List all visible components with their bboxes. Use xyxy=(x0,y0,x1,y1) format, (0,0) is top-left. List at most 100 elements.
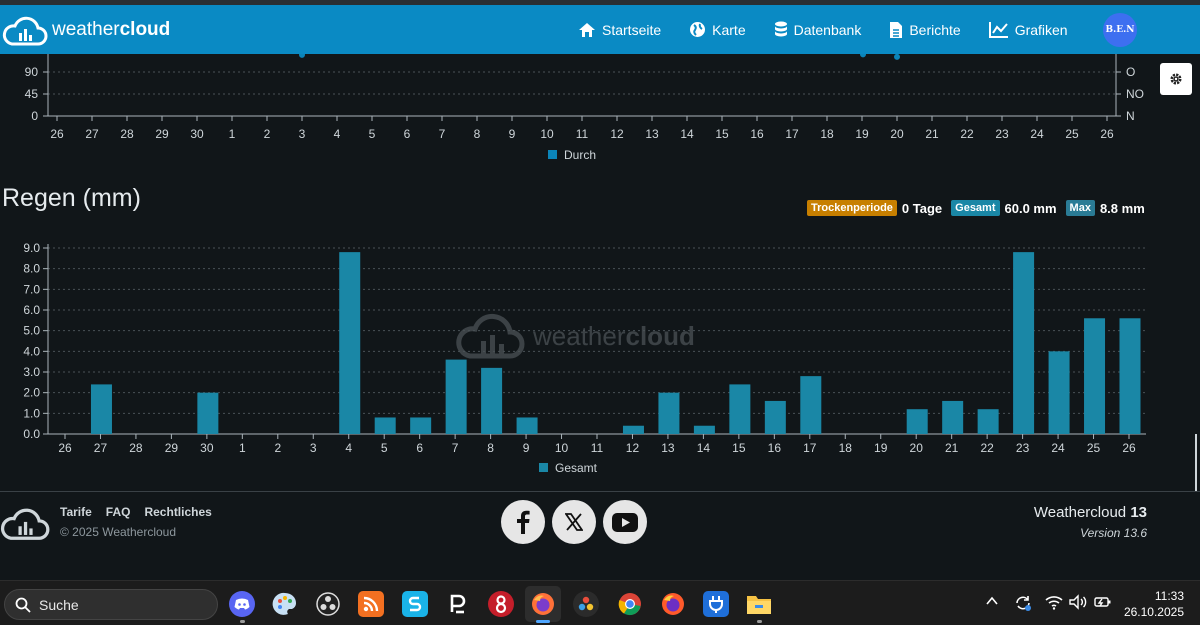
rain-y-tick-label: 3.0 xyxy=(23,365,40,379)
rain-bar[interactable] xyxy=(1048,351,1070,434)
wind-y-tick-left: 0 xyxy=(31,109,38,123)
discord-icon[interactable] xyxy=(229,591,255,617)
rain-y-tick-label: 5.0 xyxy=(23,324,40,338)
youtube-button[interactable] xyxy=(603,500,647,544)
rain-bar[interactable] xyxy=(764,400,786,434)
chart-settings-button[interactable] xyxy=(1160,63,1192,95)
g-app-icon[interactable] xyxy=(488,591,514,617)
footer-links: Tarife FAQ Rechtliches xyxy=(60,505,226,519)
wind-x-tick-label: 14 xyxy=(680,127,694,141)
wind-data-point[interactable] xyxy=(860,54,866,58)
davinci-icon[interactable] xyxy=(573,591,599,617)
rain-bar[interactable] xyxy=(906,409,928,434)
rain-x-tick-label: 18 xyxy=(839,441,853,455)
firefox-second-icon[interactable] xyxy=(660,591,686,617)
rain-y-tick-label: 0.0 xyxy=(23,427,40,441)
rain-y-tick-label: 7.0 xyxy=(23,282,40,296)
wind-data-point[interactable] xyxy=(299,54,305,58)
wind-x-tick-label: 28 xyxy=(120,127,134,141)
nav-item-grafiken[interactable]: Grafiken xyxy=(988,21,1068,38)
wind-x-tick-label: 24 xyxy=(1030,127,1044,141)
rain-bar[interactable] xyxy=(339,252,361,434)
firefox-icon[interactable] xyxy=(530,591,556,617)
rain-bar[interactable] xyxy=(1119,318,1141,434)
wifi-icon[interactable] xyxy=(1045,594,1063,615)
rain-bar[interactable] xyxy=(693,425,715,434)
nav-item-datenbank[interactable]: Datenbank xyxy=(774,21,861,38)
logo-text: weathercloud xyxy=(52,18,171,40)
taskbar-search[interactable]: Suche xyxy=(4,589,218,620)
paint-icon[interactable] xyxy=(272,591,298,617)
main-content: 26 27 28 29 30 1 2 3 4 5 6 7 8 9 10 11 12 13 14 15 16 17 18 19 2… xyxy=(0,54,1200,491)
document-icon xyxy=(890,21,903,38)
legend-label-gesamt[interactable]: Gesamt xyxy=(555,461,598,475)
nav-item-berichte[interactable]: Berichte xyxy=(889,21,961,39)
x-icon xyxy=(565,513,583,531)
rain-bar[interactable] xyxy=(410,417,432,434)
legend-label-durch[interactable]: Durch xyxy=(564,148,596,162)
rain-bar[interactable] xyxy=(1084,318,1106,434)
footer-link-rechtliches[interactable]: Rechtliches xyxy=(144,505,211,519)
rain-x-tick-label: 3 xyxy=(310,441,317,455)
s-app-icon[interactable] xyxy=(402,591,428,617)
rain-x-tick-label: 27 xyxy=(94,441,108,455)
sync-icon[interactable] xyxy=(1014,594,1032,617)
obs-icon[interactable] xyxy=(315,591,341,617)
rain-bar[interactable] xyxy=(622,425,644,434)
vpn-app-icon[interactable] xyxy=(703,591,729,617)
rain-y-tick-label: 1.0 xyxy=(23,406,40,420)
x-button[interactable] xyxy=(552,500,596,544)
volume-icon[interactable] xyxy=(1069,594,1087,615)
rain-x-tick-label: 6 xyxy=(416,441,423,455)
page-scrollbar[interactable] xyxy=(1195,434,1197,491)
wind-y-tick-right: N xyxy=(1126,109,1135,123)
rain-bar[interactable] xyxy=(977,409,999,434)
rain-bar[interactable] xyxy=(516,417,538,434)
explorer-running-dot xyxy=(757,620,762,623)
user-avatar[interactable]: B.E.N xyxy=(1103,13,1137,47)
file-explorer-icon[interactable] xyxy=(746,591,772,617)
footer-link-tarife[interactable]: Tarife xyxy=(60,505,92,519)
wind-x-tick-label: 19 xyxy=(855,127,869,141)
rain-bar[interactable] xyxy=(658,392,680,434)
wind-x-tick-label: 10 xyxy=(540,127,554,141)
wind-x-tick-label: 29 xyxy=(155,127,169,141)
footer-link-faq[interactable]: FAQ xyxy=(106,505,131,519)
legend-swatch-durch xyxy=(548,150,557,159)
rain-bar[interactable] xyxy=(90,384,112,434)
weathercloud-logo[interactable]: weathercloud xyxy=(2,13,170,47)
taskbar-clock[interactable]: 11:33 26.10.2025 xyxy=(1118,588,1184,620)
rain-bar[interactable] xyxy=(197,392,219,434)
wind-x-tick-label: 18 xyxy=(820,127,834,141)
tray-chevron-up-icon[interactable] xyxy=(985,594,999,613)
wind-y-tick-left: 45 xyxy=(25,87,39,101)
rain-x-tick-label: 16 xyxy=(768,441,782,455)
rain-bar[interactable] xyxy=(1013,252,1035,434)
p-app-icon[interactable] xyxy=(445,591,471,617)
rain-x-tick-label: 1 xyxy=(239,441,246,455)
chrome-icon[interactable] xyxy=(617,591,643,617)
rain-bar[interactable] xyxy=(445,359,467,434)
cloud-logo-icon xyxy=(2,16,48,45)
nav-item-karte[interactable]: Karte xyxy=(689,21,746,38)
rain-bar[interactable] xyxy=(729,384,751,434)
rain-y-tick-label: 2.0 xyxy=(23,386,40,400)
wind-x-tick-label: 20 xyxy=(890,127,904,141)
rain-bar[interactable] xyxy=(374,417,396,434)
rain-x-tick-label: 23 xyxy=(1016,441,1030,455)
globe-icon xyxy=(690,22,706,37)
rain-x-tick-label: 5 xyxy=(381,441,388,455)
rain-bar[interactable] xyxy=(481,367,503,434)
facebook-button[interactable] xyxy=(501,500,545,544)
rain-x-tick-label: 26 xyxy=(1122,441,1136,455)
rain-x-tick-label: 22 xyxy=(980,441,994,455)
rain-bar[interactable] xyxy=(942,400,964,434)
rain-x-tick-label: 20 xyxy=(910,441,924,455)
battery-charging-icon[interactable] xyxy=(1094,594,1112,615)
nav-item-startseite[interactable]: Startseite xyxy=(578,22,661,38)
rss-reader-icon[interactable] xyxy=(358,591,384,617)
wind-data-point[interactable] xyxy=(894,54,900,60)
rain-x-tick-label: 8 xyxy=(487,441,494,455)
rain-bar[interactable] xyxy=(800,376,822,434)
rain-x-tick-label: 19 xyxy=(874,441,888,455)
